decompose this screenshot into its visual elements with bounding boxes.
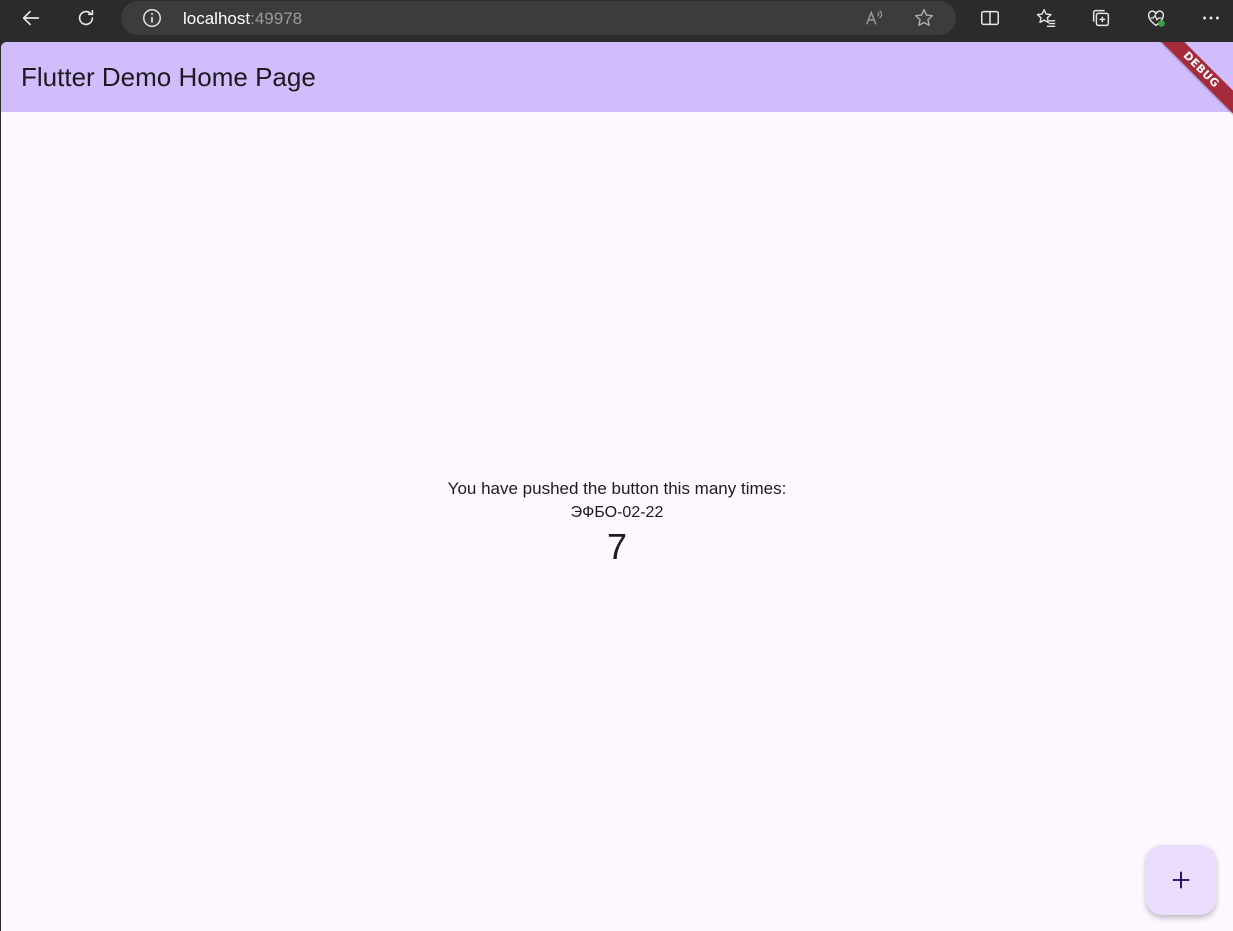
counter-message: You have pushed the button this many tim… [447, 479, 787, 498]
counter-section: You have pushed the button this many tim… [1, 478, 1233, 569]
counter-value: 7 [606, 526, 628, 567]
url-text[interactable]: localhost:49978 [183, 9, 302, 29]
favorite-star-icon[interactable] [913, 7, 935, 29]
app-bar: Flutter Demo Home Page [1, 42, 1233, 112]
collections-icon[interactable] [1088, 5, 1114, 31]
site-info-icon[interactable] [141, 7, 163, 29]
refresh-icon[interactable] [73, 5, 99, 31]
browser-toolbar: localhost:49978 [0, 0, 1233, 36]
page-title: Flutter Demo Home Page [21, 62, 316, 92]
favorites-icon[interactable] [1033, 5, 1059, 31]
url-host: localhost [183, 9, 251, 28]
more-menu-icon[interactable] [1198, 5, 1224, 31]
read-aloud-icon[interactable] [863, 7, 885, 29]
url-port: :49978 [250, 9, 303, 28]
group-code: ЭФБО-02-22 [570, 504, 664, 521]
split-screen-icon[interactable] [977, 5, 1003, 31]
plus-icon [1172, 871, 1190, 889]
increment-button[interactable] [1146, 845, 1216, 915]
flutter-app-page: Flutter Demo Home Page DEBUG You have pu… [1, 42, 1233, 931]
address-bar[interactable]: localhost:49978 [121, 1, 956, 35]
browser-essentials-icon[interactable] [1143, 5, 1169, 31]
back-arrow-icon[interactable] [18, 5, 44, 31]
